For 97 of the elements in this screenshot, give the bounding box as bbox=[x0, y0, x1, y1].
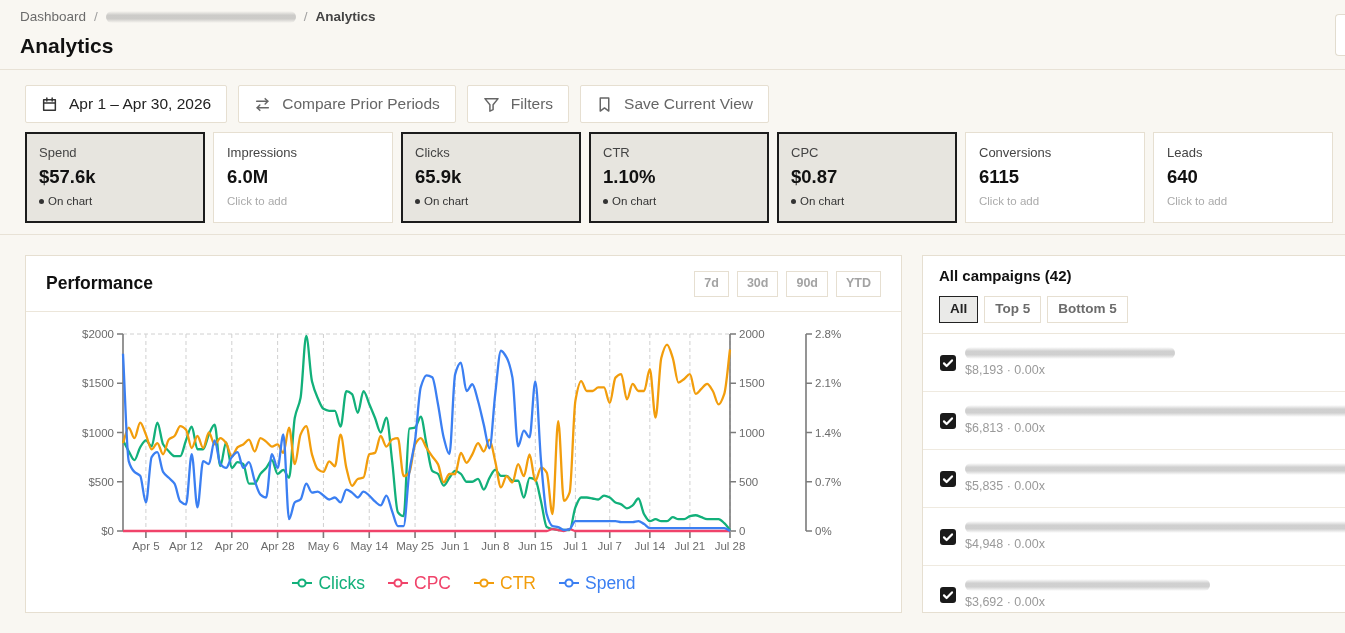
save-view-button[interactable]: Save Current View bbox=[580, 85, 769, 123]
card-title: Performance bbox=[46, 273, 153, 294]
x-axis-label: Apr 12 bbox=[169, 540, 203, 552]
x-axis-label: Jun 1 bbox=[441, 540, 470, 552]
metric-card[interactable]: CPC $0.87 On chart bbox=[777, 132, 957, 223]
metric-card[interactable]: Impressions 6.0M Click to add bbox=[213, 132, 393, 223]
x-axis-label: Jun 15 bbox=[518, 540, 553, 552]
x-axis-label: May 6 bbox=[307, 540, 340, 552]
x-axis-label: May 25 bbox=[396, 540, 434, 552]
page-title: Analytics bbox=[20, 33, 115, 59]
metric-label: Impressions bbox=[227, 145, 299, 161]
calendar-icon bbox=[41, 95, 58, 113]
y-axis-label: 2.8% bbox=[815, 328, 842, 340]
metric-card[interactable]: Spend $57.6k On chart bbox=[25, 132, 205, 223]
metric-value: 1.10% bbox=[603, 165, 657, 189]
campaign-stats: $3,692 · 0.00x bbox=[965, 594, 1046, 610]
metric-label: Clicks bbox=[415, 145, 451, 161]
x-axis-label: Apr 20 bbox=[214, 540, 249, 552]
y-axis-label: 1500 bbox=[739, 377, 765, 390]
y-axis-label: $1000 bbox=[82, 426, 114, 439]
breadcrumb-separator: / bbox=[303, 8, 308, 26]
y-axis-label: $0 bbox=[101, 525, 114, 538]
x-axis-label: May 14 bbox=[350, 540, 389, 552]
compare-button[interactable]: Compare Prior Periods bbox=[238, 85, 456, 123]
legend-marker-icon bbox=[473, 577, 495, 589]
y-axis-label: 0 bbox=[739, 525, 746, 538]
metric-note: Click to add bbox=[1167, 194, 1228, 208]
campaign-stats: $4,948 · 0.00x bbox=[965, 536, 1046, 552]
y-axis-label: 1.4% bbox=[815, 426, 842, 439]
filter-tab[interactable]: Top 5 bbox=[984, 296, 1042, 323]
metric-label: CTR bbox=[603, 145, 631, 161]
x-axis-label: Jul 21 bbox=[674, 540, 706, 552]
metric-label: Leads bbox=[1167, 145, 1204, 161]
dot-icon bbox=[415, 198, 420, 204]
metric-value: $57.6k bbox=[39, 165, 97, 189]
metric-card[interactable]: Clicks 65.9k On chart bbox=[401, 132, 581, 223]
metric-note: On chart bbox=[48, 194, 93, 208]
x-axis-label: Jul 28 bbox=[714, 540, 746, 552]
x-axis-label: Jun 8 bbox=[481, 540, 510, 552]
x-axis-label: Jul 7 bbox=[597, 540, 622, 552]
panel-title: All campaigns (42) bbox=[939, 266, 1073, 286]
metric-label: Conversions bbox=[979, 145, 1053, 161]
metric-value: 6.0M bbox=[227, 165, 270, 189]
campaign-stats: $6,813 · 0.00x bbox=[965, 420, 1046, 436]
checkbox[interactable] bbox=[940, 354, 956, 371]
legend-marker-icon bbox=[558, 577, 580, 589]
metric-value: 65.9k bbox=[415, 165, 463, 189]
legend-label: CTR bbox=[500, 572, 536, 595]
metric-note: On chart bbox=[800, 194, 845, 208]
x-axis-label: Jul 14 bbox=[634, 540, 666, 552]
breadcrumb-link[interactable]: Dashboard bbox=[20, 8, 87, 26]
filter-tab[interactable]: Bottom 5 bbox=[1047, 296, 1128, 323]
legend-label: CPC bbox=[414, 572, 451, 595]
x-axis-label: Apr 5 bbox=[132, 540, 160, 552]
y-axis-label: 0% bbox=[815, 525, 832, 538]
metric-note: On chart bbox=[612, 194, 657, 208]
metric-label: CPC bbox=[791, 145, 820, 161]
metric-card[interactable]: Conversions 6115 Click to add bbox=[965, 132, 1145, 223]
metric-value: 6115 bbox=[979, 165, 1021, 189]
metric-note: Click to add bbox=[979, 194, 1040, 208]
funnel-icon bbox=[482, 95, 500, 113]
swap-arrows-icon bbox=[254, 95, 272, 113]
checkbox[interactable] bbox=[940, 586, 956, 603]
metric-note: Click to add bbox=[227, 194, 288, 208]
y-axis-label: 2000 bbox=[739, 328, 765, 340]
dot-icon bbox=[39, 198, 44, 204]
y-axis-label: 500 bbox=[739, 475, 759, 488]
filters-button[interactable]: Filters bbox=[466, 85, 570, 123]
y-axis-label: 1000 bbox=[739, 426, 765, 439]
y-axis-label: $1500 bbox=[82, 377, 114, 390]
breadcrumb-separator: / bbox=[94, 8, 98, 26]
checkbox[interactable] bbox=[940, 412, 956, 429]
date-range-button[interactable]: Apr 1 – Apr 30, 2026 bbox=[25, 85, 228, 123]
y-axis-label: $500 bbox=[88, 475, 114, 488]
checkbox[interactable] bbox=[940, 470, 956, 487]
breadcrumb-current: Analytics bbox=[315, 8, 376, 26]
x-axis-label: Jul 1 bbox=[563, 540, 588, 552]
y-axis-label: 2.1% bbox=[815, 377, 842, 390]
y-axis-label: $2000 bbox=[82, 328, 114, 340]
metric-note: On chart bbox=[424, 194, 469, 208]
campaign-stats: $5,835 · 0.00x bbox=[965, 478, 1046, 494]
metric-card[interactable]: CTR 1.10% On chart bbox=[589, 132, 769, 223]
legend-marker-icon bbox=[291, 577, 314, 589]
dot-icon bbox=[791, 198, 796, 204]
dot-icon bbox=[603, 198, 608, 204]
checkbox[interactable] bbox=[940, 528, 956, 545]
metric-label: Spend bbox=[39, 145, 78, 161]
x-axis-label: Apr 28 bbox=[260, 540, 295, 552]
campaign-stats: $8,193 · 0.00x bbox=[965, 362, 1046, 378]
legend-label: Clicks bbox=[318, 572, 366, 595]
metric-card[interactable]: Leads 640 Click to add bbox=[1153, 132, 1333, 223]
metric-value: 640 bbox=[1167, 165, 1199, 189]
filter-tab[interactable]: All bbox=[939, 296, 979, 323]
y-axis-label: 0.7% bbox=[815, 475, 842, 488]
legend-marker-icon bbox=[387, 577, 410, 589]
metric-value: $0.87 bbox=[791, 165, 839, 189]
legend-label: Spend bbox=[585, 572, 636, 595]
